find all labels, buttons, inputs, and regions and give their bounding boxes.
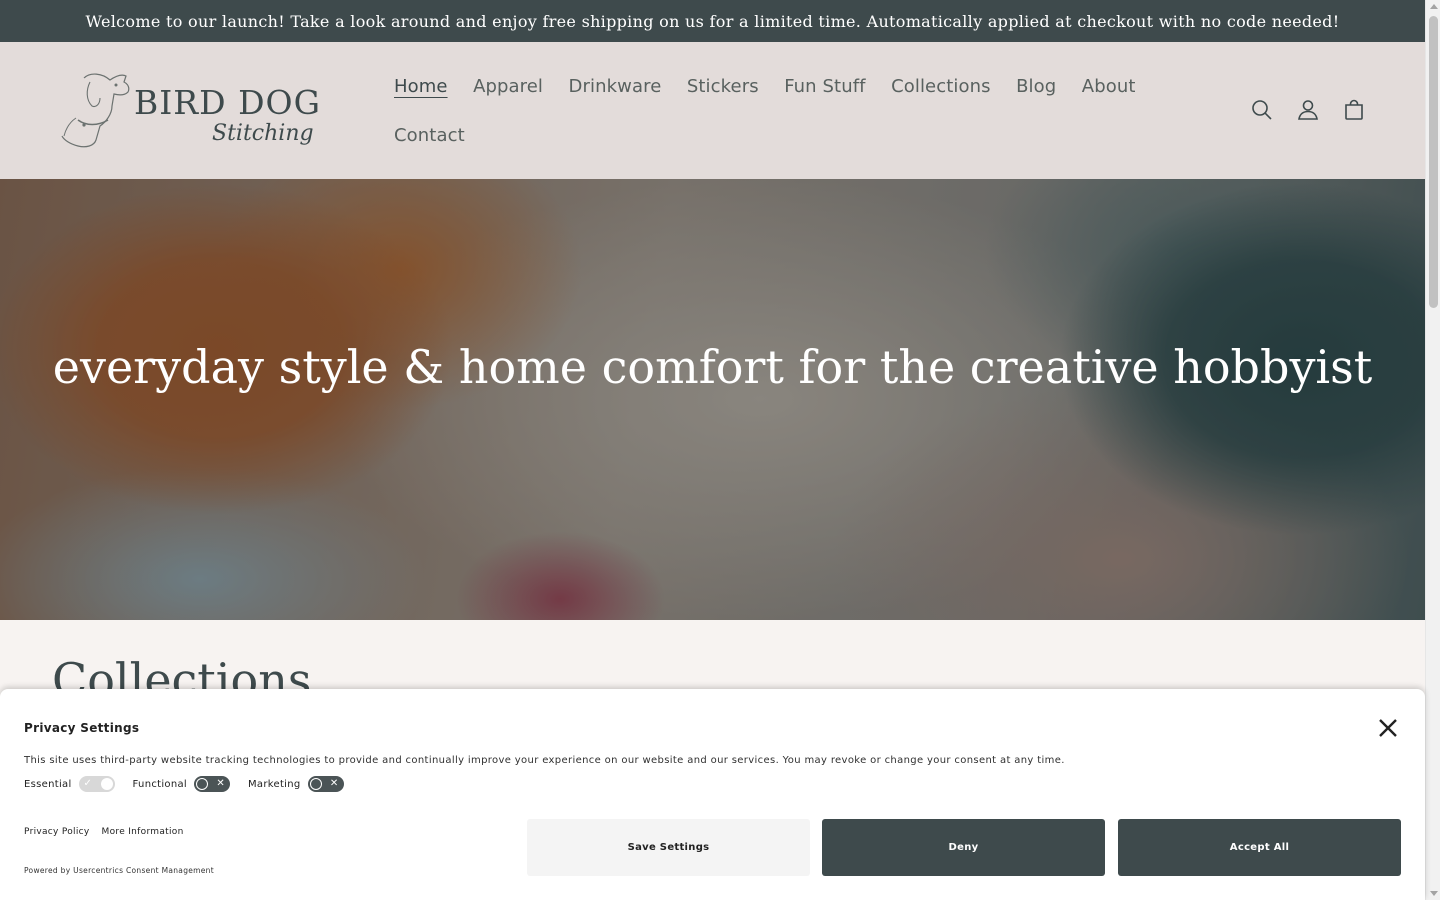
announcement-text: Welcome to our launch! Take a look aroun… <box>85 11 1340 31</box>
site-logo[interactable]: BIRD DOG Stitching <box>56 70 326 152</box>
toggle-label-functional: Functional <box>132 778 187 790</box>
consent-description: This site uses third-party website track… <box>24 755 1065 766</box>
logo-line1: BIRD DOG <box>134 83 321 122</box>
site-header: BIRD DOG Stitching Home Apparel Drinkwar… <box>0 42 1425 179</box>
check-icon: ✓ <box>83 778 93 789</box>
page-scrollbar[interactable] <box>1425 0 1440 900</box>
close-icon[interactable] <box>1377 717 1399 739</box>
nav-drinkware[interactable]: Drinkware <box>569 76 662 97</box>
hero-title: everyday style & home comfort for the cr… <box>52 340 1373 394</box>
nav-home[interactable]: Home <box>394 76 448 97</box>
scroll-thumb[interactable] <box>1429 16 1438 308</box>
toggle-label-marketing: Marketing <box>248 778 301 790</box>
consent-title: Privacy Settings <box>24 721 140 735</box>
more-information-link[interactable]: More Information <box>102 827 184 837</box>
bird-dog-logo: BIRD DOG Stitching <box>61 73 321 148</box>
x-icon: ✕ <box>216 778 225 789</box>
scroll-up-icon[interactable] <box>1430 4 1438 9</box>
powered-by-text: Powered by Usercentrics Consent Manageme… <box>24 866 214 875</box>
search-icon[interactable] <box>1249 96 1275 124</box>
consent-links: Privacy Policy More Information <box>24 827 184 837</box>
nav-collections[interactable]: Collections <box>891 76 991 97</box>
accept-all-button[interactable]: Accept All <box>1118 819 1401 876</box>
marketing-toggle[interactable]: ✕ <box>307 776 344 792</box>
account-icon[interactable] <box>1295 96 1321 124</box>
nav-contact[interactable]: Contact <box>394 125 465 146</box>
nav-apparel[interactable]: Apparel <box>473 76 543 97</box>
cart-icon[interactable] <box>1341 96 1367 124</box>
hero-banner: everyday style & home comfort for the cr… <box>0 179 1425 620</box>
privacy-consent-banner: Privacy Settings This site uses third-pa… <box>0 689 1425 900</box>
deny-button[interactable]: Deny <box>822 819 1105 876</box>
nav-about[interactable]: About <box>1082 76 1136 97</box>
logo-line2: Stitching <box>212 121 314 146</box>
main-nav: Home Apparel Drinkware Stickers Fun Stuf… <box>394 62 1154 160</box>
scroll-down-icon[interactable] <box>1430 891 1438 896</box>
essential-toggle: ✓ <box>78 776 115 792</box>
header-actions <box>1249 96 1367 124</box>
save-settings-button[interactable]: Save Settings <box>527 819 810 876</box>
privacy-policy-link[interactable]: Privacy Policy <box>24 827 90 837</box>
toggle-label-essential: Essential <box>24 778 72 790</box>
x-icon: ✕ <box>329 778 339 789</box>
nav-blog[interactable]: Blog <box>1016 76 1056 97</box>
nav-stickers[interactable]: Stickers <box>687 76 759 97</box>
nav-fun-stuff[interactable]: Fun Stuff <box>784 76 865 97</box>
consent-toggles: Essential ✓ Functional ✕ Marketing ✕ <box>24 776 362 792</box>
functional-toggle[interactable]: ✕ <box>194 776 230 792</box>
announcement-bar: Welcome to our launch! Take a look aroun… <box>0 0 1425 42</box>
